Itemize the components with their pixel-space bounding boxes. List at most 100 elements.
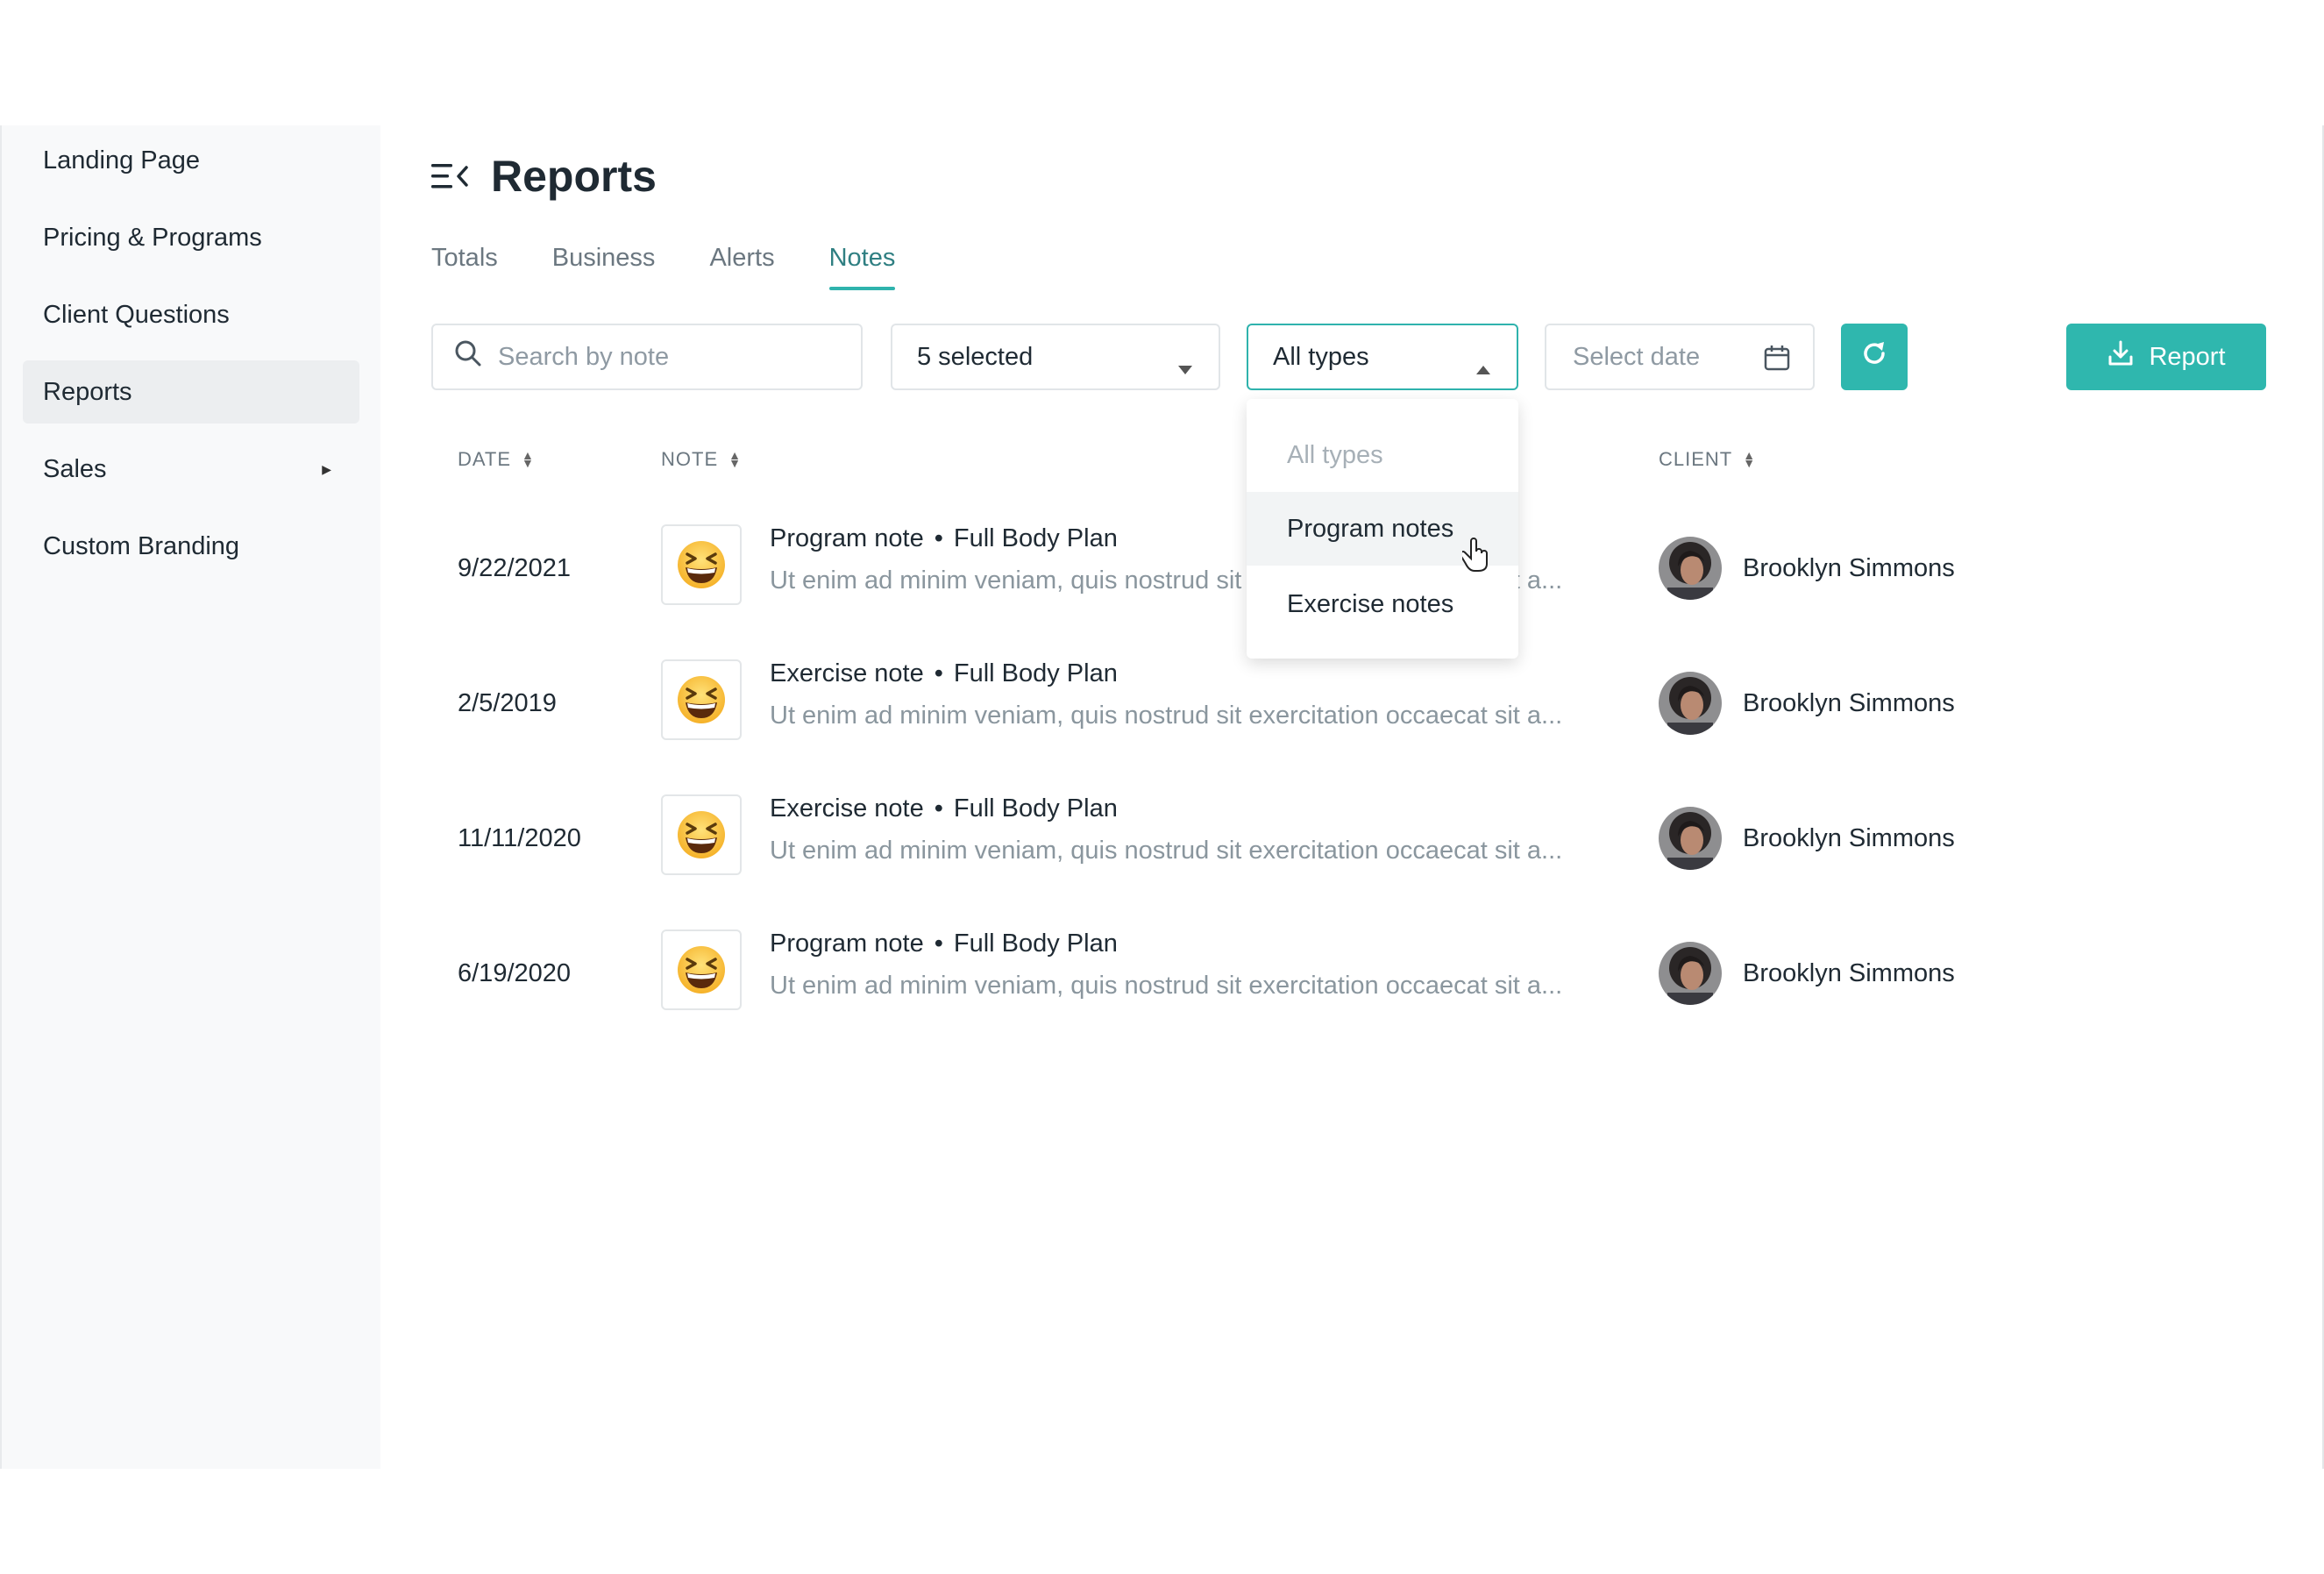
avatar	[1659, 942, 1722, 1005]
dropdown-option-all-types[interactable]: All types	[1247, 418, 1518, 492]
calendar-icon	[1764, 345, 1790, 378]
table-row[interactable]: 2/5/2019 Exercise note • Full Body Plan Ut…	[431, 659, 2272, 747]
column-header-label: NOTE	[661, 448, 719, 470]
search-input[interactable]: Search by note	[431, 324, 863, 390]
column-header-label: CLIENT	[1659, 448, 1733, 470]
separator-dot: •	[934, 524, 943, 552]
note-emoji	[661, 524, 742, 605]
note-date: 9/22/2021	[458, 554, 572, 582]
selected-filter-select[interactable]: 5 selected	[891, 324, 1220, 390]
sidebar-item-custom-branding[interactable]: Custom Branding	[23, 515, 359, 578]
sort-icon: ▲ ▼	[728, 448, 742, 470]
separator-dot: •	[934, 794, 943, 823]
tab-bar: Totals Business Alerts Notes	[431, 227, 949, 290]
note-date: 11/11/2020	[458, 824, 581, 852]
search-icon	[454, 339, 482, 374]
report-download-button[interactable]: Report	[2066, 324, 2266, 390]
grinning-squinting-face-icon	[678, 541, 725, 588]
sidebar-item-label: Pricing & Programs	[43, 223, 262, 252]
sidebar-item-label: Sales	[43, 454, 107, 483]
app-frame: Landing Page Pricing & Programs Client Q…	[0, 125, 2324, 1469]
separator-dot: •	[934, 659, 943, 687]
note-type: Program note	[770, 929, 924, 958]
table-row[interactable]: 11/11/2020 Exercise note • Full Body Plan …	[431, 794, 2272, 882]
tab-totals[interactable]: Totals	[431, 227, 498, 288]
page-title: Reports	[491, 152, 657, 201]
sidebar-item-pricing-programs[interactable]: Pricing & Programs	[23, 206, 359, 269]
note-type-value: All types	[1273, 342, 1369, 371]
sidebar-item-label: Client Questions	[43, 300, 230, 329]
sidebar-item-client-questions[interactable]: Client Questions	[23, 283, 359, 346]
note-preview: Ut enim ad minim veniam, quis nostrud si…	[770, 972, 1563, 1000]
note-type-select[interactable]: All types	[1247, 324, 1518, 390]
note-plan: Full Body Plan	[953, 524, 1118, 552]
avatar	[1659, 807, 1722, 870]
note-emoji	[661, 794, 742, 875]
refresh-icon	[1860, 339, 1888, 374]
column-header-note[interactable]: NOTE ▲ ▼	[661, 448, 742, 471]
note-plan: Full Body Plan	[953, 794, 1118, 823]
sidebar-item-label: Custom Branding	[43, 531, 240, 560]
note-title: Program note • Full Body Plan	[770, 524, 1118, 553]
client-name: Brooklyn Simmons	[1743, 553, 1955, 582]
sidebar-item-reports[interactable]: Reports	[23, 360, 359, 424]
column-header-client[interactable]: CLIENT ▲ ▼	[1659, 448, 1756, 471]
client-name: Brooklyn Simmons	[1743, 688, 1955, 717]
dropdown-option-exercise-notes[interactable]: Exercise notes	[1247, 567, 1518, 641]
refresh-button[interactable]	[1841, 324, 1908, 390]
avatar	[1659, 537, 1722, 600]
client-cell[interactable]: Brooklyn Simmons	[1659, 537, 1955, 600]
sidebar-item-sales[interactable]: Sales ▶	[23, 438, 359, 501]
caret-down-icon	[1178, 353, 1192, 381]
note-preview: Ut enim ad minim veniam, quis nostrud si…	[770, 702, 1563, 730]
sort-icon: ▲ ▼	[1743, 448, 1757, 470]
note-plan: Full Body Plan	[953, 659, 1118, 687]
table-row[interactable]: 6/19/2020 Program note • Full Body Plan Ut…	[431, 929, 2272, 1017]
main-content: Reports Totals Business Alerts Notes Sea…	[379, 125, 2322, 1469]
note-type: Program note	[770, 524, 924, 552]
separator-dot: •	[934, 929, 943, 958]
caret-up-icon	[1476, 353, 1490, 381]
client-name: Brooklyn Simmons	[1743, 823, 1955, 852]
grinning-squinting-face-icon	[678, 811, 725, 858]
tab-alerts[interactable]: Alerts	[709, 227, 774, 288]
note-preview: Ut enim ad minim veniam, quis nostrud si…	[770, 837, 1563, 865]
avatar	[1659, 672, 1722, 735]
sidebar-item-label: Landing Page	[43, 146, 200, 174]
date-placeholder: Select date	[1573, 342, 1701, 371]
selected-filter-value: 5 selected	[917, 342, 1034, 371]
date-picker[interactable]: Select date	[1545, 324, 1815, 390]
note-emoji	[661, 929, 742, 1010]
report-button-label: Report	[2149, 342, 2226, 371]
note-date: 2/5/2019	[458, 689, 557, 717]
note-title: Exercise note • Full Body Plan	[770, 659, 1118, 688]
tab-business[interactable]: Business	[552, 227, 656, 288]
grinning-squinting-face-icon	[678, 676, 725, 723]
sidebar-item-landing-page[interactable]: Landing Page	[23, 129, 359, 192]
note-date: 6/19/2020	[458, 959, 572, 987]
collapse-menu-icon[interactable]	[431, 158, 468, 195]
note-plan: Full Body Plan	[953, 929, 1118, 958]
note-type: Exercise note	[770, 794, 924, 823]
column-header-label: DATE	[458, 448, 512, 470]
download-icon	[2107, 339, 2135, 374]
note-title: Program note • Full Body Plan	[770, 929, 1118, 958]
sort-icon: ▲ ▼	[522, 448, 535, 470]
title-row: Reports	[431, 141, 657, 211]
sidebar-item-label: Reports	[43, 377, 132, 406]
column-header-date[interactable]: DATE ▲ ▼	[458, 448, 535, 471]
note-title: Exercise note • Full Body Plan	[770, 794, 1118, 823]
sidebar: Landing Page Pricing & Programs Client Q…	[0, 125, 380, 1469]
note-type: Exercise note	[770, 659, 924, 687]
pointer-cursor-icon	[1459, 538, 1492, 577]
grinning-squinting-face-icon	[678, 946, 725, 994]
caret-right-icon: ▶	[322, 461, 331, 476]
tab-notes[interactable]: Notes	[828, 227, 895, 290]
note-emoji	[661, 659, 742, 740]
client-cell[interactable]: Brooklyn Simmons	[1659, 942, 1955, 1005]
client-name: Brooklyn Simmons	[1743, 958, 1955, 987]
note-type-dropdown: All types Program notes Exercise notes	[1247, 399, 1518, 659]
client-cell[interactable]: Brooklyn Simmons	[1659, 807, 1955, 870]
search-placeholder: Search by note	[498, 342, 670, 371]
client-cell[interactable]: Brooklyn Simmons	[1659, 672, 1955, 735]
